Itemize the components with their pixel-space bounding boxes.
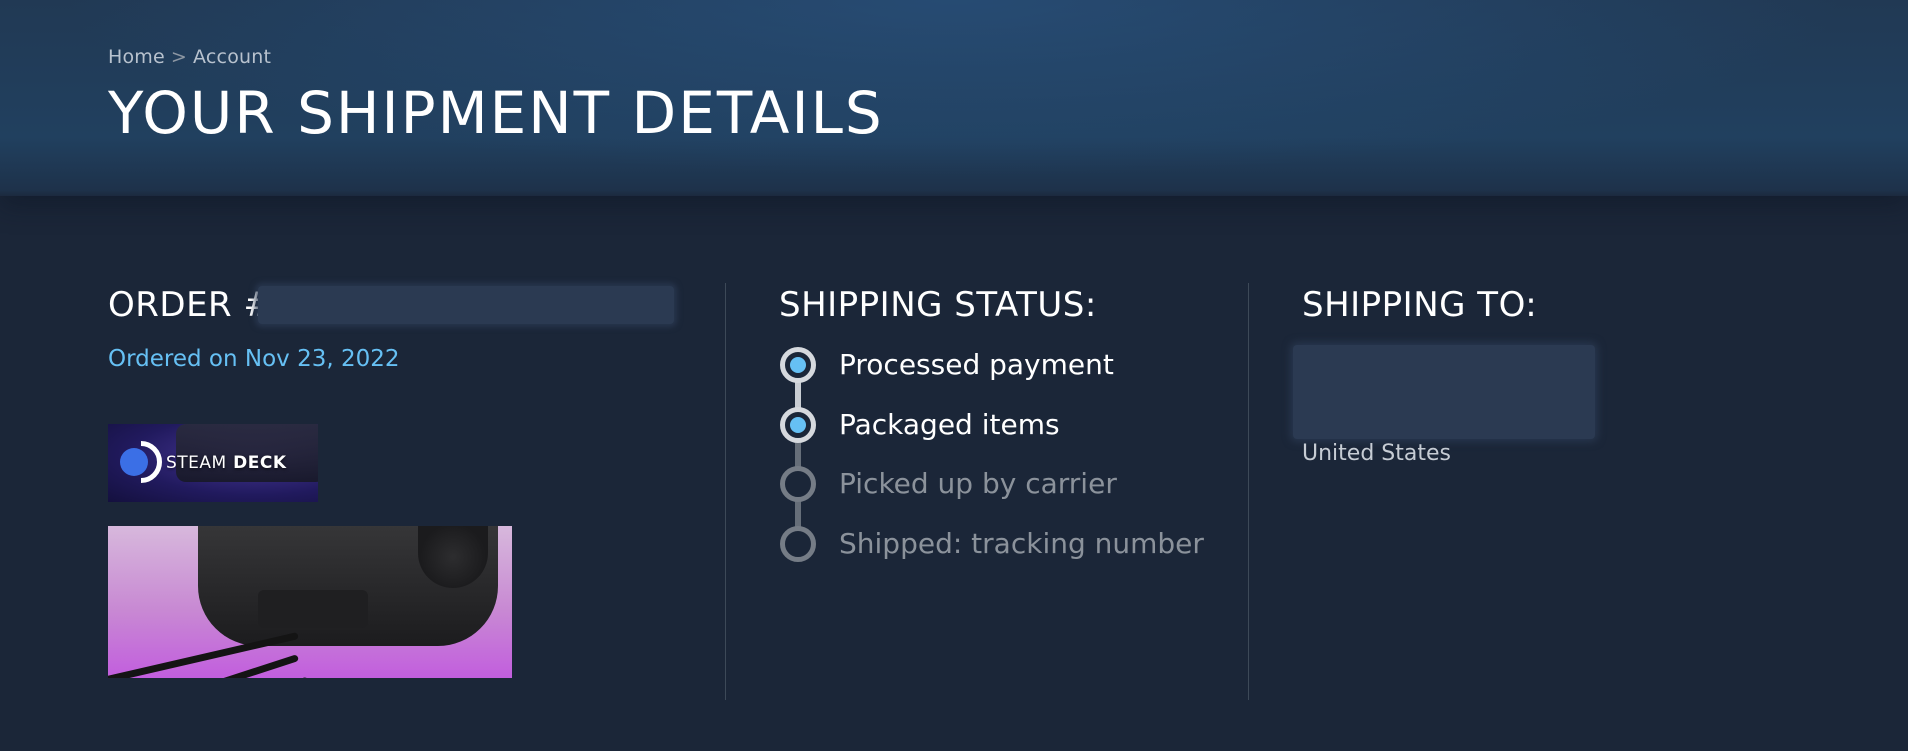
order-number-heading: ORDER #: [108, 285, 273, 325]
step-pending-icon: [780, 526, 816, 562]
status-step-packaged-items: Packaged items: [839, 408, 1060, 441]
docking-station-thumbnail: [108, 526, 512, 678]
redacted-shipping-address: [1293, 345, 1595, 439]
shipping-to-heading: SHIPPING TO:: [1302, 285, 1538, 325]
breadcrumb-home-link[interactable]: Home: [108, 46, 165, 68]
breadcrumb-account-link[interactable]: Account: [193, 46, 271, 68]
redacted-order-number: [258, 286, 674, 324]
step-pending-icon: [780, 466, 816, 502]
docking-station-image: [258, 590, 368, 628]
breadcrumb-separator: >: [170, 46, 188, 68]
steam-deck-logo-thumbnail: STEAM DECK: [108, 424, 318, 502]
column-divider: [1248, 283, 1249, 700]
status-step-shipped: Shipped: tracking number: [839, 527, 1204, 560]
step-complete-icon: [780, 407, 816, 443]
steam-deck-logo-dot-icon: [120, 448, 148, 476]
step-complete-icon: [780, 347, 816, 383]
shipping-country: United States: [1302, 441, 1451, 466]
shipping-status-heading: SHIPPING STATUS:: [779, 285, 1097, 325]
steam-deck-wordmark: STEAM DECK: [166, 453, 287, 473]
breadcrumb: Home > Account: [108, 46, 271, 68]
status-step-picked-up: Picked up by carrier: [839, 467, 1117, 500]
page-title: YOUR SHIPMENT DETAILS: [108, 79, 884, 147]
column-divider: [725, 283, 726, 700]
order-date: Ordered on Nov 23, 2022: [108, 346, 400, 372]
cable-image: [108, 632, 299, 678]
status-step-processed-payment: Processed payment: [839, 348, 1114, 381]
